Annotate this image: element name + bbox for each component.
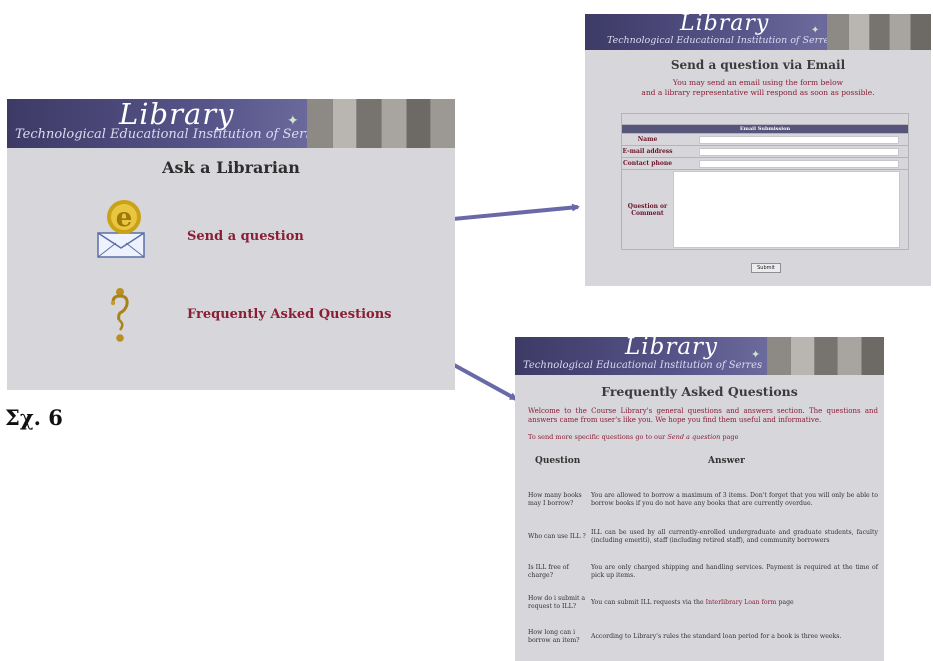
faq-row: Who can use ILL ? ILL can be used by all…	[528, 521, 878, 553]
email-label: E-mail address	[622, 148, 673, 155]
faq-question: How do i submit a request to ILL?	[528, 595, 586, 610]
intro-line-2: and a library representative will respon…	[641, 88, 875, 97]
faq-panel: Library Technological Educational Instit…	[515, 337, 884, 661]
faq-answer: According to Library's rules the standar…	[591, 633, 842, 640]
figure-caption: Σχ. 6	[5, 405, 63, 430]
library-subtitle: Technological Educational Institution of…	[523, 360, 763, 371]
banner-photo-collage	[307, 99, 455, 148]
faq-row: Is ILL free of charge? You are only char…	[528, 562, 878, 582]
faq-send-more: To send more specific questions go to ou…	[528, 433, 739, 441]
email-form-panel: Library Technological Educational Instit…	[585, 14, 931, 286]
faq-answer: You can submit ILL requests via the Inte…	[591, 599, 794, 606]
name-label: Name	[637, 136, 658, 143]
faq-answer: ILL can be used by all currently-enrolle…	[591, 529, 878, 544]
sparkle-icon: ✦	[751, 348, 761, 361]
question-row: Question or Comment	[622, 169, 908, 249]
phone-label: Contact phone	[622, 160, 673, 167]
faq-question: Is ILL free of charge?	[528, 564, 569, 579]
question-textarea[interactable]	[673, 171, 900, 248]
phone-field[interactable]	[699, 159, 899, 168]
column-header-question: Question	[535, 456, 581, 466]
faq-row: How many books may I borrow? You are all…	[528, 485, 878, 515]
submit-button[interactable]: Submit	[751, 263, 781, 273]
question-mark-icon[interactable]	[105, 286, 135, 344]
email-form-intro: You may send an email using the form bel…	[585, 78, 931, 98]
table-top-row	[622, 114, 908, 125]
library-banner: Library Technological Educational Instit…	[515, 337, 884, 375]
svg-text:e: e	[116, 203, 133, 233]
email-icon[interactable]: e	[95, 195, 147, 259]
email-field[interactable]	[699, 147, 899, 156]
table-header: Email Submission	[622, 125, 908, 133]
send-question-link[interactable]: Send a question	[187, 229, 304, 244]
faq-answer: You are only charged shipping and handli…	[591, 564, 878, 579]
faq-intro: Welcome to the Course Library's general …	[528, 407, 878, 424]
ask-librarian-panel: Library Technological Educational Instit…	[7, 99, 455, 390]
sparkle-icon: ✦	[811, 25, 820, 36]
library-banner: Library Technological Educational Instit…	[585, 14, 931, 50]
page-title: Ask a Librarian	[162, 158, 300, 177]
faq-question: How long can i borrow an item?	[528, 629, 580, 644]
library-subtitle: Technological Educational Institution of…	[607, 35, 835, 46]
faq-row: How long can i borrow an item? According…	[528, 626, 878, 648]
sparkle-icon: ✦	[287, 113, 299, 129]
library-title: Library	[680, 14, 770, 36]
faq-link[interactable]: Frequently Asked Questions	[187, 307, 391, 322]
faq-row: How do i submit a request to ILL? You ca…	[528, 592, 878, 614]
email-submission-table: Email Submission Name E-mail address Con…	[621, 113, 909, 250]
faq-question: How many books may I borrow?	[528, 492, 582, 507]
banner-photo-collage	[767, 337, 884, 375]
banner-photo-collage	[827, 14, 931, 50]
library-subtitle: Technological Educational Institution of…	[15, 127, 326, 142]
email-form-title: Send a question via Email	[670, 58, 846, 72]
faq-question: Who can use ILL ?	[528, 533, 586, 540]
question-label: Question or Comment	[627, 202, 668, 217]
faq-answer: You are allowed to borrow a maximum of 3…	[591, 492, 878, 507]
name-row: Name	[622, 133, 908, 145]
library-title: Library	[625, 337, 719, 360]
send-question-inline-link[interactable]: Send a question	[667, 433, 720, 441]
intro-line-1: You may send an email using the form bel…	[672, 78, 844, 87]
phone-row: Contact phone	[622, 157, 908, 169]
faq-title: Frequently Asked Questions	[601, 384, 798, 399]
email-row: E-mail address	[622, 145, 908, 157]
name-field[interactable]	[699, 135, 899, 144]
library-banner: Library Technological Educational Instit…	[7, 99, 455, 148]
interlibrary-loan-link[interactable]: Interlibrary Loan form	[706, 599, 777, 606]
column-header-answer: Answer	[708, 456, 745, 466]
